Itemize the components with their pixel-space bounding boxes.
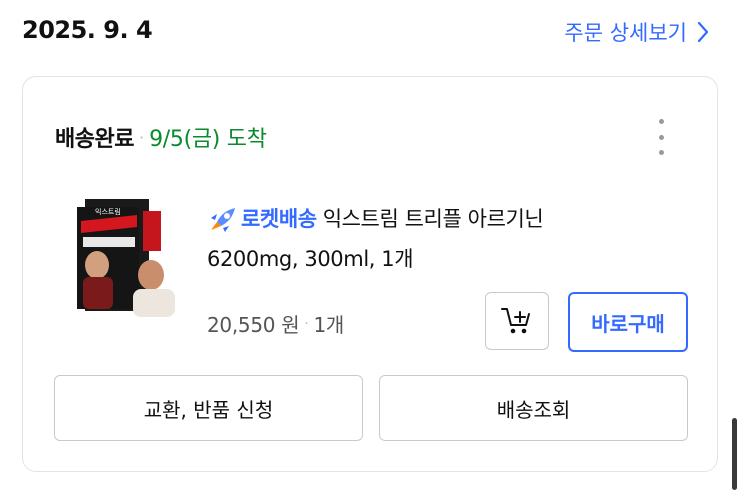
more-dot [658,134,664,140]
product-thumbnail[interactable]: 익스트림 [71,197,179,319]
rocket-icon [211,208,235,232]
person-right [138,260,164,290]
product-box-text: 익스트림 [95,208,121,216]
order-card: 배송완료 · 9/5(금) 도착 익스트림 로켓배송익스트림 트리플 아르기닌 [22,76,718,472]
price-separator: · [304,315,309,332]
delivery-tracking-button[interactable]: 배송조회 [379,375,688,441]
product-name-line1: 로켓배송 익스트림 트리플 아르기닌 [207,199,667,239]
chevron-right-icon [697,21,709,43]
order-date: 2025. 9. 4 [22,16,153,44]
delivery-status: 배송완료 [55,127,134,152]
person-left-body [83,277,113,309]
cart-add-icon [501,308,530,334]
delivery-status-row: 배송완료 · 9/5(금) 도착 [55,121,267,153]
more-vertical-icon[interactable] [653,119,669,155]
more-dot [658,150,664,155]
product-name-text: 익스트림 트리플 아르기닌 [322,207,544,231]
more-dot [658,119,664,124]
buy-now-button[interactable]: 바로구매 [568,292,688,352]
product-box-side [143,211,161,251]
product-quantity: 1개 [313,313,345,337]
order-detail-label: 주문 상세보기 [564,21,687,45]
status-separator: · [138,127,145,147]
product-info[interactable]: 로켓배송 익스트림 트리플 아르기닌 6200mg, 300ml, 1개 [207,199,667,279]
exchange-return-button[interactable]: 교환, 반품 신청 [54,375,363,441]
product-price: 20,550 원 [207,313,300,337]
product-name-line2: 6200mg, 300ml, 1개 [207,247,414,271]
product-label [83,237,135,247]
arrival-date: 9/5(금) 도착 [149,127,267,152]
price-row: 20,550 원 · 1개 [207,309,344,338]
rocket-delivery-badge: 로켓배송 [241,207,317,231]
add-to-cart-button[interactable] [485,292,549,350]
scrollbar[interactable] [732,418,737,490]
person-left [85,251,109,279]
order-detail-link[interactable]: 주문 상세보기 [564,17,709,47]
person-right-body [133,289,175,317]
